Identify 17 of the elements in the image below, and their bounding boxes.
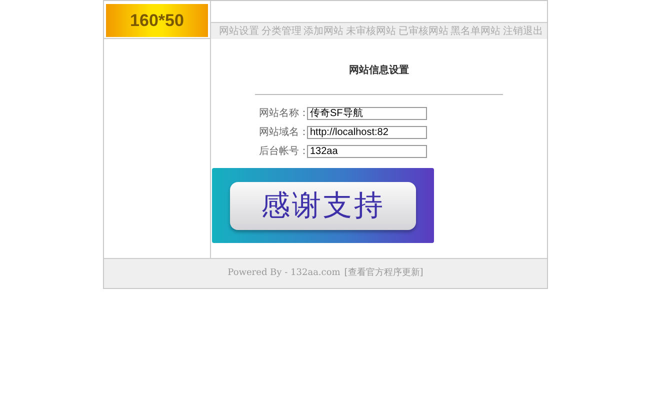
- input-field[interactable]: http://localhost:82: [307, 126, 427, 139]
- logo: 160*50: [106, 4, 208, 37]
- field-label: 后台帐号：: [259, 144, 307, 159]
- footer-text: Powered By - 132aa.com: [228, 266, 340, 280]
- field-label: 网站域名：: [259, 126, 307, 140]
- input-field[interactable]: 132aa: [307, 145, 427, 158]
- form-title: 网站信息设置: [348, 64, 410, 78]
- nav-link[interactable]: 未审核网站: [346, 24, 396, 38]
- field-label: 网站名称：: [259, 106, 307, 121]
- nav-link[interactable]: 注销退出: [502, 24, 543, 38]
- nav-link[interactable]: 分类管理: [261, 24, 302, 38]
- update-link[interactable]: [查看官方程序更新]: [344, 266, 424, 280]
- nav-link[interactable]: 已审核网站: [398, 24, 448, 38]
- nav-link[interactable]: 网站设置: [219, 24, 259, 38]
- nav-link[interactable]: 黑名单网站: [450, 24, 501, 38]
- nav-link[interactable]: 添加网站: [304, 24, 344, 38]
- banner-text: 感谢支持: [230, 182, 416, 230]
